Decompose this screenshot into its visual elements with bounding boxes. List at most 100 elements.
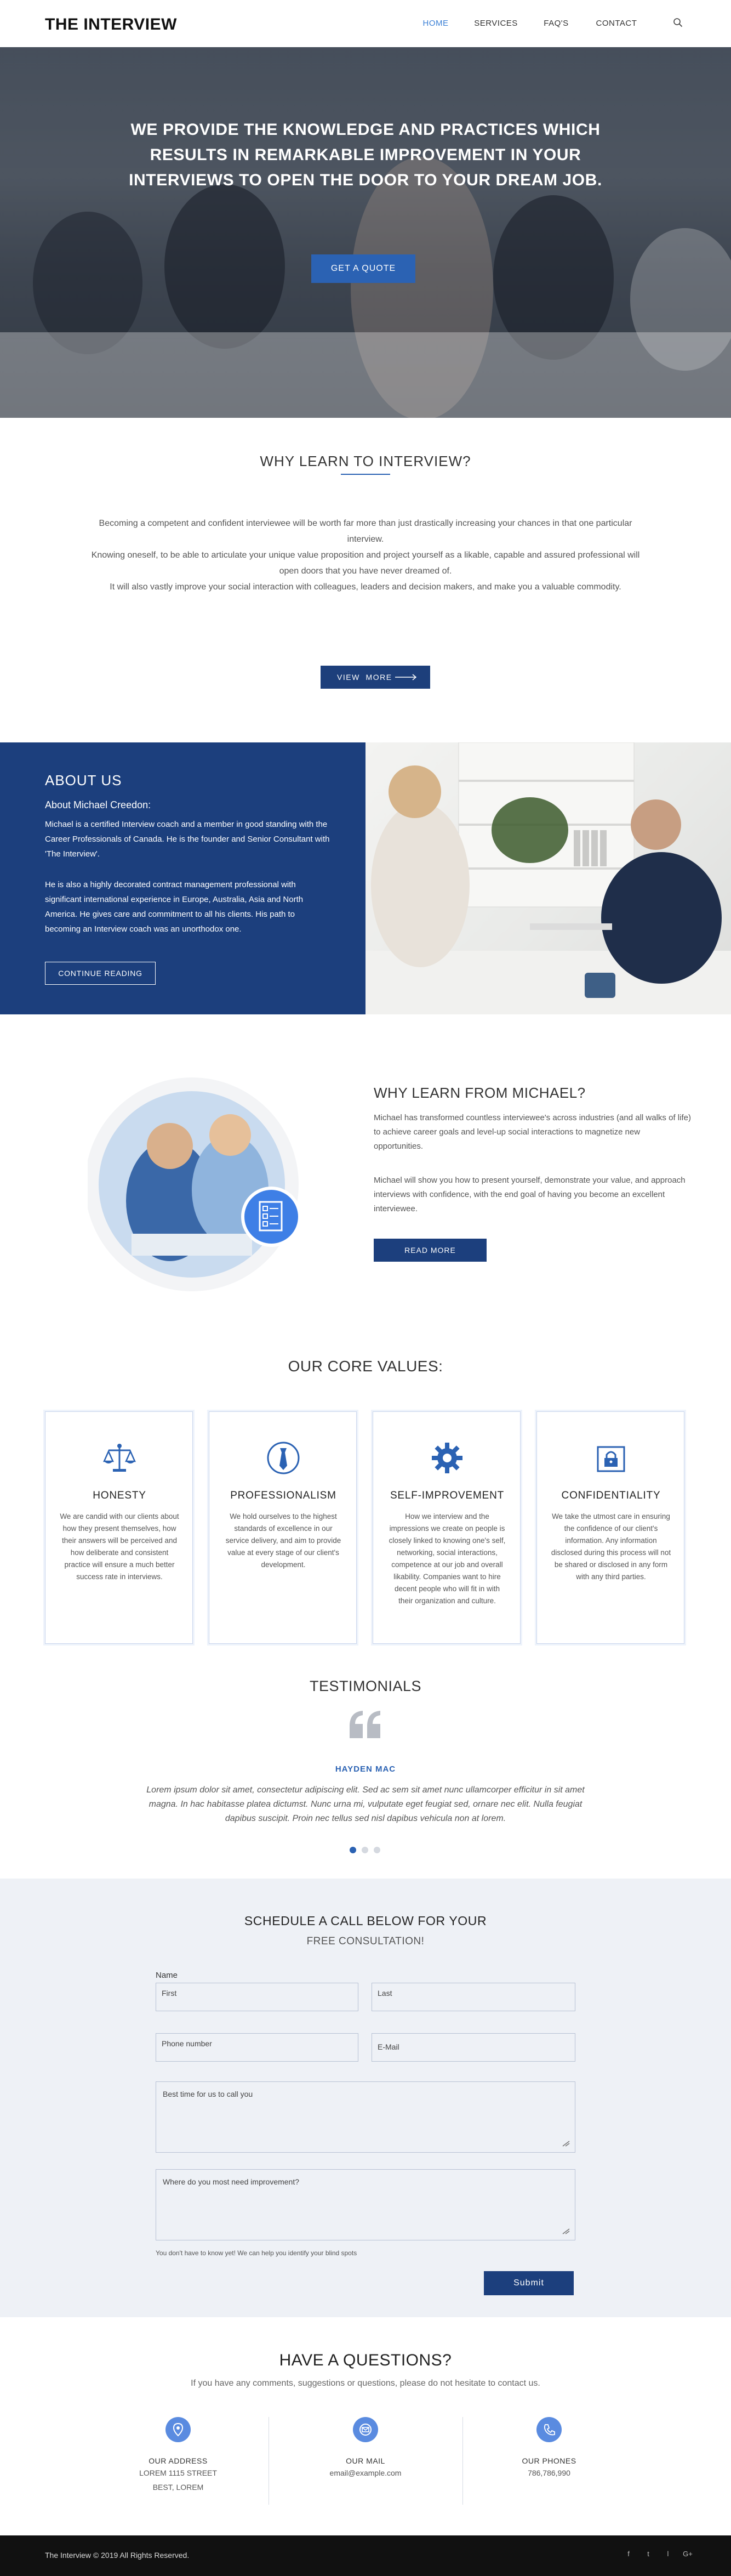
site-logo[interactable]: THE INTERVIEW bbox=[45, 15, 177, 34]
resize-grip-icon[interactable] bbox=[562, 2228, 570, 2234]
read-more-button[interactable]: READ MORE bbox=[374, 1239, 487, 1262]
why-learn-text: Becoming a competent and confident inter… bbox=[82, 515, 649, 595]
value-card-title: PROFESSIONALISM bbox=[230, 1490, 336, 1501]
address-line-1: LOREM 1115 STREET bbox=[139, 2469, 217, 2477]
scales-icon bbox=[103, 1444, 136, 1472]
twitter-icon[interactable]: t bbox=[642, 2550, 654, 2558]
value-card-title: HONESTY bbox=[93, 1490, 146, 1501]
resize-grip-icon[interactable] bbox=[562, 2140, 570, 2147]
value-card-text: We are candid with our clients about how… bbox=[60, 1512, 179, 1581]
view-more-label: VIEW MORE bbox=[337, 673, 392, 682]
submit-button[interactable]: Submit bbox=[484, 2271, 574, 2295]
social-links: f t l G+ bbox=[623, 2550, 694, 2558]
divider bbox=[462, 2417, 463, 2505]
contact-mail: OUR MAIL email@example.com bbox=[286, 2417, 445, 2479]
search-icon[interactable] bbox=[673, 18, 683, 27]
email-placeholder: E-Mail bbox=[378, 2042, 399, 2051]
office-illustration bbox=[366, 742, 731, 1014]
testimonial-pagination bbox=[350, 1847, 380, 1853]
address-line-2: BEST, LOREM bbox=[152, 2483, 204, 2492]
site-footer: The Interview © 2019 All Rights Reserved… bbox=[0, 2535, 731, 2576]
why-paragraph-3: It will also vastly improve your social … bbox=[110, 582, 621, 592]
title-underline bbox=[341, 474, 390, 475]
questions-subtitle: If you have any comments, suggestions or… bbox=[191, 2379, 540, 2388]
copyright: The Interview © 2019 All Rights Reserved… bbox=[45, 2551, 190, 2560]
slide-dot[interactable] bbox=[350, 1847, 356, 1853]
phone-field[interactable]: Phone number bbox=[156, 2033, 358, 2062]
best-time-field[interactable]: Best time for us to call you bbox=[156, 2081, 575, 2153]
first-name-placeholder: First bbox=[162, 1989, 177, 1998]
hero-bg-figure bbox=[164, 184, 285, 349]
hero-table bbox=[0, 332, 731, 418]
value-card-professionalism: PROFESSIONALISM We hold ourselves to the… bbox=[209, 1411, 357, 1644]
checklist-icon bbox=[259, 1201, 283, 1232]
nav-home[interactable]: HOME bbox=[406, 19, 466, 28]
about-subheading: About Michael Creedon: bbox=[45, 799, 151, 810]
testimonials-title: TESTIMONIALS bbox=[309, 1678, 422, 1694]
mail-label: OUR MAIL bbox=[346, 2456, 385, 2465]
last-name-field[interactable]: Last bbox=[372, 1983, 575, 2011]
why-paragraph-1: Becoming a competent and confident inter… bbox=[99, 519, 632, 544]
students-illustration bbox=[85, 1077, 299, 1291]
contact-phones: OUR PHONES 786,786,990 bbox=[470, 2417, 629, 2479]
about-heading: ABOUT US bbox=[45, 772, 122, 788]
improvement-placeholder: Where do you most need improvement? bbox=[163, 2177, 300, 2186]
hero-banner: WE PROVIDE THE KNOWLEDGE AND PRACTICES W… bbox=[0, 47, 731, 418]
value-card-title: CONFIDENTIALITY bbox=[561, 1490, 661, 1501]
tie-icon bbox=[267, 1442, 300, 1474]
address-label: OUR ADDRESS bbox=[149, 2456, 208, 2465]
why-michael-paragraph-1: Michael has transformed countless interv… bbox=[374, 1113, 691, 1151]
value-card-title: SELF-IMPROVEMENT bbox=[390, 1490, 505, 1501]
office-meeting-photo bbox=[366, 742, 731, 1014]
first-name-field[interactable]: First bbox=[156, 1983, 358, 2011]
gear-icon bbox=[432, 1443, 462, 1473]
get-quote-button[interactable]: GET A QUOTE bbox=[311, 254, 415, 283]
google-plus-icon[interactable]: G+ bbox=[682, 2550, 694, 2558]
phone-icon bbox=[536, 2417, 562, 2442]
value-card-self-improvement: SELF-IMPROVEMENT How we interview and th… bbox=[373, 1411, 521, 1644]
phone-value[interactable]: 786,786,990 bbox=[470, 2466, 629, 2479]
core-values-title: OUR CORE VALUES: bbox=[288, 1358, 443, 1375]
why-learn-title: WHY LEARN TO INTERVIEW? bbox=[260, 453, 471, 469]
mail-icon bbox=[353, 2417, 378, 2442]
slide-dot[interactable] bbox=[374, 1847, 380, 1853]
link-icon[interactable]: l bbox=[662, 2550, 674, 2558]
value-card-text: How we interview and the impressions we … bbox=[389, 1512, 506, 1605]
schedule-title: SCHEDULE A CALL BELOW FOR YOUR bbox=[244, 1914, 487, 1928]
facebook-icon[interactable]: f bbox=[623, 2550, 635, 2558]
nav-services[interactable]: SERVICES bbox=[466, 19, 526, 28]
why-paragraph-2: Knowing oneself, to be able to articulat… bbox=[91, 551, 640, 576]
nav-faqs[interactable]: FAQ'S bbox=[526, 19, 586, 28]
checklist-badge bbox=[241, 1187, 301, 1247]
site-header: THE INTERVIEW HOME SERVICES FAQ'S CONTAC… bbox=[0, 0, 731, 47]
nav-contact[interactable]: CONTACT bbox=[586, 19, 647, 28]
arrow-right-icon bbox=[395, 674, 417, 680]
view-more-button[interactable]: VIEW MORE bbox=[321, 666, 430, 689]
why-michael-title: WHY LEARN FROM MICHAEL? bbox=[374, 1085, 586, 1101]
testimonial-text: Lorem ipsum dolor sit amet, consectetur … bbox=[146, 1785, 585, 1823]
email-field[interactable]: E-Mail bbox=[372, 2033, 575, 2062]
name-label: Name bbox=[156, 1971, 178, 1980]
last-name-placeholder: Last bbox=[378, 1989, 392, 1998]
questions-title: HAVE A QUESTIONS? bbox=[279, 2351, 452, 2369]
value-card-text: We take the utmost care in ensuring the … bbox=[551, 1512, 671, 1581]
value-card-confidentiality: CONFIDENTIALITY We take the utmost care … bbox=[536, 1411, 684, 1644]
lock-document-icon bbox=[597, 1446, 625, 1472]
best-time-placeholder: Best time for us to call you bbox=[163, 2090, 253, 2098]
value-card-text: We hold ourselves to the highest standar… bbox=[225, 1512, 341, 1569]
phone-placeholder: Phone number bbox=[162, 2039, 212, 2048]
about-paragraph-1: Michael is a certified Interview coach a… bbox=[45, 820, 330, 859]
contact-address: OUR ADDRESS LOREM 1115 STREET BEST, LORE… bbox=[99, 2417, 258, 2494]
improvement-hint: You don't have to know yet! We can help … bbox=[156, 2249, 357, 2257]
improvement-field[interactable]: Where do you most need improvement? bbox=[156, 2169, 575, 2240]
slide-dot[interactable] bbox=[362, 1847, 368, 1853]
continue-reading-button[interactable]: CONTINUE READING bbox=[45, 962, 156, 985]
value-card-honesty: HONESTY We are candid with our clients a… bbox=[45, 1411, 193, 1644]
schedule-subtitle: FREE CONSULTATION! bbox=[306, 1936, 425, 1947]
quote-icon bbox=[350, 1711, 380, 1738]
about-paragraph-2: He is also a highly decorated contract m… bbox=[45, 880, 304, 934]
location-icon bbox=[165, 2417, 191, 2442]
schedule-section: SCHEDULE A CALL BELOW FOR YOUR FREE CONS… bbox=[0, 1879, 731, 2317]
mail-value[interactable]: email@example.com bbox=[286, 2466, 445, 2479]
hero-title: WE PROVIDE THE KNOWLEDGE AND PRACTICES W… bbox=[129, 121, 602, 189]
